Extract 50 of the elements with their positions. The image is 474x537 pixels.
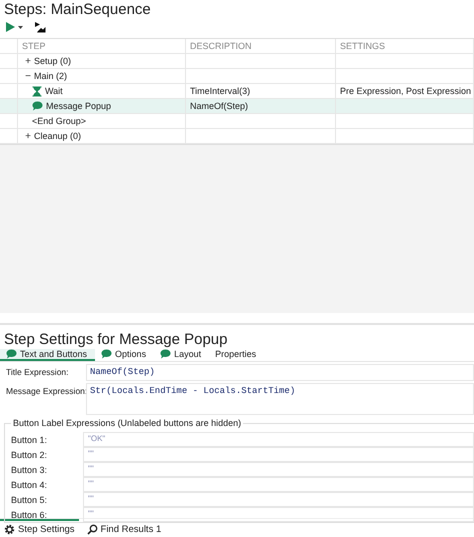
settings-tab[interactable]: Layout — [154, 349, 210, 361]
play-icon — [6, 22, 15, 32]
step-name: Cleanup (0) — [34, 131, 82, 141]
column-header: SETTINGS — [340, 41, 386, 51]
step-row[interactable]: Message Popup NameOf(Step) — [0, 99, 474, 114]
expression-field[interactable]: NameOf(Step) — [86, 364, 474, 381]
field-label: Title Expression: — [5, 366, 70, 377]
field-label: Button 2: — [10, 450, 48, 460]
step-settings: Pre Expression, Post Expression — [340, 86, 472, 96]
hourglass-icon — [32, 86, 42, 96]
column-header: STEP — [22, 41, 46, 51]
settings-tab[interactable]: Text and Buttons — [0, 349, 96, 361]
speech-bubble-icon — [160, 349, 172, 359]
panel-tab[interactable]: Step Settings — [0, 519, 79, 537]
step-name: Main (2) — [34, 71, 68, 81]
settings-tab[interactable]: Options — [95, 349, 154, 361]
expand-toggle[interactable]: + — [24, 130, 32, 142]
field-label: Button 3: — [10, 464, 48, 474]
step-name: Message Popup — [46, 101, 112, 111]
caret-icon — [18, 26, 23, 28]
step-row[interactable]: + Setup (0) — [0, 54, 474, 69]
panel-title: Steps: MainSequence — [3, 0, 152, 20]
field-label: Button 5: — [10, 494, 48, 504]
expand-toggle[interactable]: + — [24, 56, 32, 66]
step-name: Setup (0) — [34, 56, 72, 66]
speech-bubble-icon — [101, 349, 112, 359]
step-into-icon — [35, 22, 46, 32]
expression-field[interactable]: Str(Locals.EndTime - Locals.StartTime) — [86, 383, 474, 415]
step-description: NameOf(Step) — [190, 101, 248, 111]
settings-icon — [4, 524, 15, 534]
step-name: Wait — [45, 86, 63, 96]
panel-title: Step Settings for Message Popup — [3, 330, 228, 349]
group-title: Button Label Expressions (Unlabeled buttons are hidden) — [11, 418, 244, 428]
speech-bubble-icon — [32, 101, 43, 111]
column-header: DESCRIPTION — [190, 41, 252, 51]
step-name: <End Group> — [32, 116, 86, 126]
settings-tab[interactable]: Properties — [209, 349, 264, 361]
field-label: Button 4: — [10, 480, 48, 490]
step-row[interactable]: − Main (2) — [0, 69, 474, 84]
run-button[interactable] — [6, 21, 23, 33]
step-description: TimeInterval(3) — [190, 86, 250, 96]
speech-bubble-icon — [6, 349, 17, 359]
field-label: Button 6: — [10, 510, 48, 520]
field-label: Message Expression: — [5, 385, 86, 396]
expand-toggle[interactable]: − — [24, 70, 32, 82]
panel-tab[interactable]: Find Results 1 — [82, 519, 166, 537]
step-into-button[interactable] — [35, 21, 46, 33]
step-row[interactable]: <End Group> — [0, 114, 474, 129]
search-icon — [86, 524, 98, 534]
field-label: Button 1: — [10, 434, 48, 444]
